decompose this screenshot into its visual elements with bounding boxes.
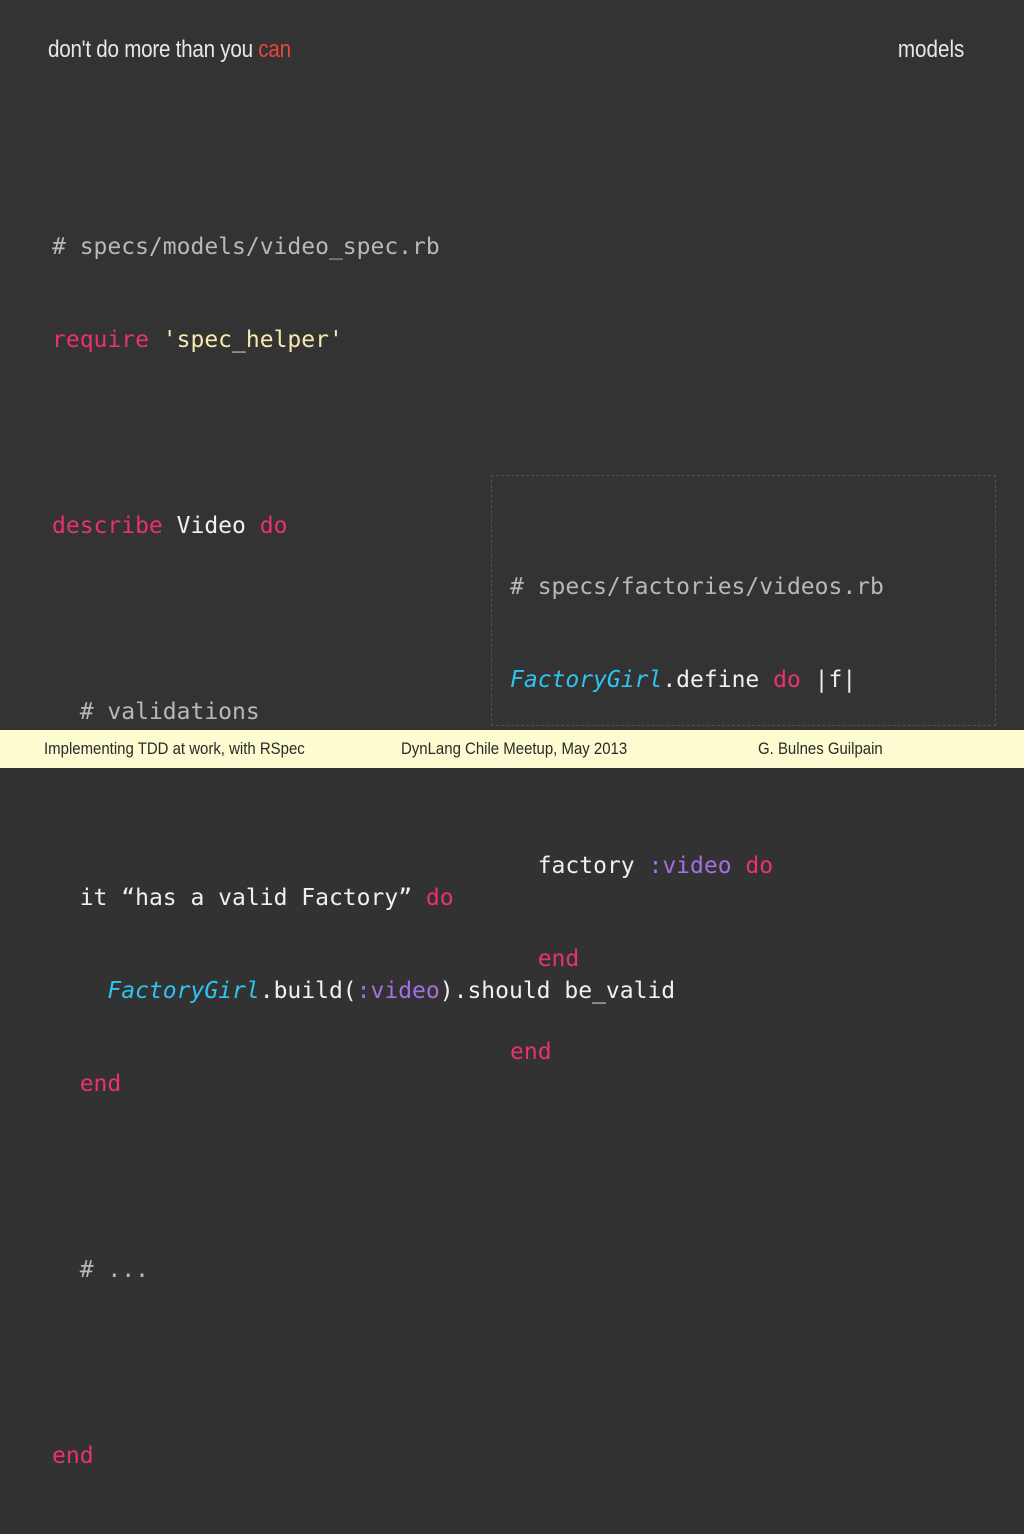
slide: don't do more than you can models # spec… [0,0,1024,1469]
code-it-block: it “has a valid Factory” [79,885,426,911]
code-text: .define [662,667,774,693]
code-comment: # specs/factories/videos.rb [510,574,884,600]
code-comment: # ... [79,1257,149,1283]
slide-footer: Implementing TDD at work, with RSpec Dyn… [0,730,1024,768]
code-symbol: :video [356,978,440,1004]
code-keyword: end [79,1071,122,1097]
code-symbol: :video [648,853,732,879]
code-keyword: do [773,667,801,693]
footer-author: G. Bulnes Guilpain [758,739,883,758]
slide-title-accent: can [258,36,291,63]
code-string: 'spec_helper' [162,327,343,353]
code-keyword: do [731,853,774,879]
code-keyword: require [52,327,149,353]
code-keyword: end [52,1443,94,1469]
code-text: .build( [259,978,357,1004]
code-keyword: end [537,946,580,972]
code-keyword: do [425,885,454,911]
code-text: factory [537,853,649,879]
section-label: models [897,36,964,63]
code-text: |f| [800,667,857,693]
code-constant: FactoryGirl [510,667,663,693]
slide-title-text: don't do more than you [48,36,259,63]
code-comment: # validations [79,699,260,725]
code-keyword: describe [52,513,163,539]
footer-talk-title: Implementing TDD at work, with RSpec [44,739,305,758]
slide-title: don't do more than you can [48,36,291,64]
code-class-name: Video [162,513,260,539]
footer-event: DynLang Chile Meetup, May 2013 [401,739,628,758]
code-keyword: do [259,513,288,539]
factory-code-box: # specs/factories/videos.rb FactoryGirl.… [491,475,996,1065]
code-comment: # specs/models/video_spec.rb [52,234,440,260]
factory-code-block: # specs/factories/videos.rb FactoryGirl.… [510,510,884,1130]
code-constant: FactoryGirl [107,978,260,1004]
code-keyword: end [510,1039,552,1065]
